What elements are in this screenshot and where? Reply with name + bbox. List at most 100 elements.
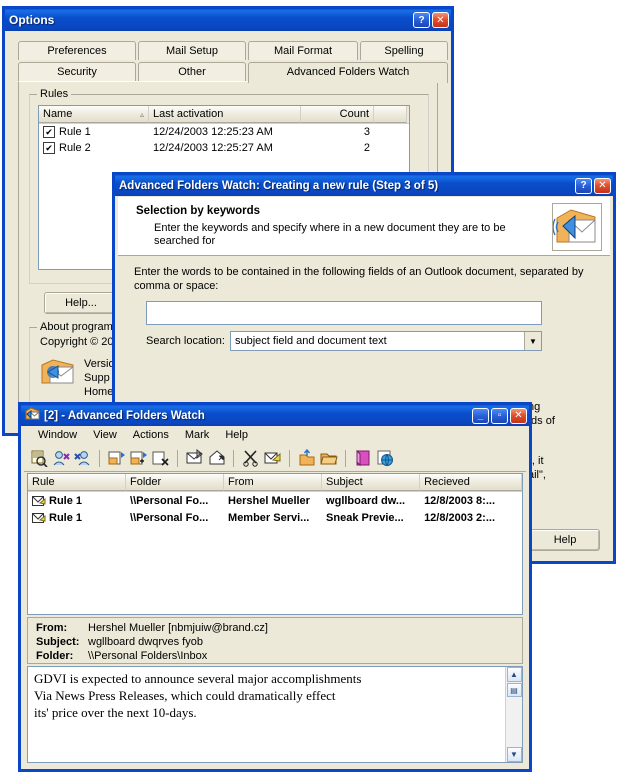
menu-help[interactable]: Help xyxy=(217,427,256,443)
forward-mail-icon[interactable] xyxy=(263,449,282,468)
rules-col-name-label: Name xyxy=(43,108,73,120)
afw-body: Window View Actions Mark Help Rule Folde… xyxy=(24,426,526,766)
message-body-line: Via News Press Releases, which could dra… xyxy=(34,688,336,703)
application-icon xyxy=(25,407,40,424)
afw-toolbar xyxy=(24,445,526,472)
msg-col-rule[interactable]: Rule xyxy=(28,474,127,491)
message-header-row: Rule Folder From Subject Recieved xyxy=(28,474,522,492)
rules-col-blank[interactable] xyxy=(374,106,407,123)
note-fragment-1: ", it xyxy=(528,455,544,467)
wizard-titlebar-buttons: ? ✕ xyxy=(575,177,611,194)
preview-subject-label: Subject: xyxy=(36,636,80,648)
msg-col-received[interactable]: Recieved xyxy=(420,474,522,491)
rule-checkbox[interactable]: ✔ xyxy=(43,126,55,138)
msg-subject: wgllboard dw... xyxy=(326,494,406,507)
table-row[interactable]: ✔ Rule 2 12/24/2003 12:25:27 AM 2 xyxy=(39,140,409,156)
rule-name: Rule 1 xyxy=(59,126,91,138)
rules-col-name[interactable]: Name ▵ xyxy=(39,106,149,123)
close-icon[interactable]: ✕ xyxy=(432,12,449,28)
sort-ascending-icon: ▵ xyxy=(139,109,144,119)
rules-header-row: Name ▵ Last activation Count xyxy=(39,106,409,124)
new-folder-icon[interactable] xyxy=(107,449,126,468)
maximize-icon[interactable]: ▫ xyxy=(491,407,508,424)
open-folder-icon[interactable] xyxy=(319,449,338,468)
toolbar-separator xyxy=(289,449,290,467)
wizard-help-button[interactable]: Help xyxy=(530,529,600,551)
preview-header: From: Hershel Mueller [nbmjuiw@brand.cz]… xyxy=(27,617,523,664)
msg-col-from[interactable]: From xyxy=(224,474,323,491)
table-row[interactable]: ✔ Rule 1 12/24/2003 12:25:23 AM 3 xyxy=(39,124,409,140)
preview-folder-label: Folder: xyxy=(36,650,74,662)
open-mail-icon[interactable] xyxy=(185,449,204,468)
toolbar-separator xyxy=(99,449,100,467)
msg-folder: \\Personal Fo... xyxy=(130,511,209,524)
help-icon[interactable]: ? xyxy=(413,12,430,28)
message-listview[interactable]: Rule Folder From Subject Recieved Rule 1… xyxy=(27,473,523,615)
options-titlebar[interactable]: Options ? ✕ xyxy=(5,9,451,31)
tab-security[interactable]: Security xyxy=(18,62,136,81)
preview-subject-line: Subject: wgllboard dwqrves fyob xyxy=(36,635,522,649)
afw-titlebar-buttons: _ ▫ ✕ xyxy=(472,407,527,424)
add-contact-icon[interactable] xyxy=(51,449,70,468)
afw-titlebar[interactable]: [2] - Advanced Folders Watch _ ▫ ✕ xyxy=(21,405,529,426)
msg-folder: \\Personal Fo... xyxy=(130,494,209,507)
message-body-text[interactable]: GDVI is expected to announce several maj… xyxy=(28,667,505,762)
rules-col-count[interactable]: Count xyxy=(301,106,374,123)
msg-subject: Sneak Previe... xyxy=(326,511,404,524)
find-message-icon[interactable] xyxy=(29,449,48,468)
menu-view[interactable]: View xyxy=(85,427,125,443)
mail-rule-icon xyxy=(32,495,46,507)
add-folder-icon[interactable] xyxy=(129,449,148,468)
remove-contact-icon[interactable] xyxy=(73,449,92,468)
rule-name: Rule 2 xyxy=(59,142,91,154)
rule-checkbox[interactable]: ✔ xyxy=(43,142,55,154)
menu-mark[interactable]: Mark xyxy=(177,427,217,443)
table-row[interactable]: Rule 1 \\Personal Fo... Member Servi... … xyxy=(28,509,522,526)
menu-actions[interactable]: Actions xyxy=(125,427,177,443)
address-book-icon[interactable] xyxy=(353,449,372,468)
options-tabstrip: Preferences Mail Setup Mail Format Spell… xyxy=(18,41,448,83)
tab-other[interactable]: Other xyxy=(138,62,246,81)
msg-col-subject[interactable]: Subject xyxy=(322,474,421,491)
reply-mail-icon[interactable] xyxy=(207,449,226,468)
options-titlebar-buttons: ? ✕ xyxy=(413,12,449,28)
toolbar-separator xyxy=(345,449,346,467)
search-location-label: Search location: xyxy=(146,335,225,347)
afw-window: [2] - Advanced Folders Watch _ ▫ ✕ Windo… xyxy=(18,402,532,772)
move-to-folder-icon[interactable] xyxy=(297,449,316,468)
tab-mail-format[interactable]: Mail Format xyxy=(248,41,358,60)
msg-col-folder[interactable]: Folder xyxy=(126,474,225,491)
wizard-banner-icon xyxy=(552,203,602,251)
message-body-line: GDVI is expected to announce several maj… xyxy=(34,671,362,686)
close-icon[interactable]: ✕ xyxy=(510,407,527,424)
delete-folder-icon[interactable] xyxy=(151,449,170,468)
minimize-icon[interactable]: _ xyxy=(472,407,489,424)
menu-window[interactable]: Window xyxy=(30,427,85,443)
tab-advanced-folders-watch[interactable]: Advanced Folders Watch xyxy=(248,62,448,83)
close-icon[interactable]: ✕ xyxy=(594,177,611,194)
keywords-input[interactable] xyxy=(146,301,542,325)
tab-spelling[interactable]: Spelling xyxy=(360,41,448,60)
wizard-title: Advanced Folders Watch: Creating a new r… xyxy=(119,179,439,192)
rules-col-last-activation[interactable]: Last activation xyxy=(149,106,301,123)
web-icon[interactable] xyxy=(375,449,394,468)
mail-rule-icon xyxy=(32,512,46,524)
preview-scrollbar[interactable]: ▲ ▤ ▼ xyxy=(505,667,522,762)
toolbar-separator xyxy=(233,449,234,467)
options-help-button[interactable]: Help... xyxy=(44,292,118,314)
table-row[interactable]: Rule 1 \\Personal Fo... Hershel Mueller … xyxy=(28,492,522,509)
scroll-down-icon[interactable]: ▼ xyxy=(506,747,522,762)
msg-from: Hershel Mueller xyxy=(228,494,310,507)
preview-from-value: Hershel Mueller [nbmjuiw@brand.cz] xyxy=(88,622,268,634)
msg-rule: Rule 1 xyxy=(49,511,83,524)
cut-mail-icon[interactable] xyxy=(241,449,260,468)
help-icon[interactable]: ? xyxy=(575,177,592,194)
tab-mail-setup[interactable]: Mail Setup xyxy=(138,41,246,60)
wizard-titlebar[interactable]: Advanced Folders Watch: Creating a new r… xyxy=(115,175,613,196)
scroll-up-icon[interactable]: ▲ xyxy=(506,667,522,682)
preview-folder-line: Folder: \\Personal Folders\Inbox xyxy=(36,649,522,663)
search-location-select[interactable]: subject field and document text ▼ xyxy=(230,331,542,351)
chevron-down-icon[interactable]: ▼ xyxy=(524,332,541,350)
scrollbar-thumb[interactable]: ▤ xyxy=(506,683,522,697)
tab-preferences[interactable]: Preferences xyxy=(18,41,136,60)
